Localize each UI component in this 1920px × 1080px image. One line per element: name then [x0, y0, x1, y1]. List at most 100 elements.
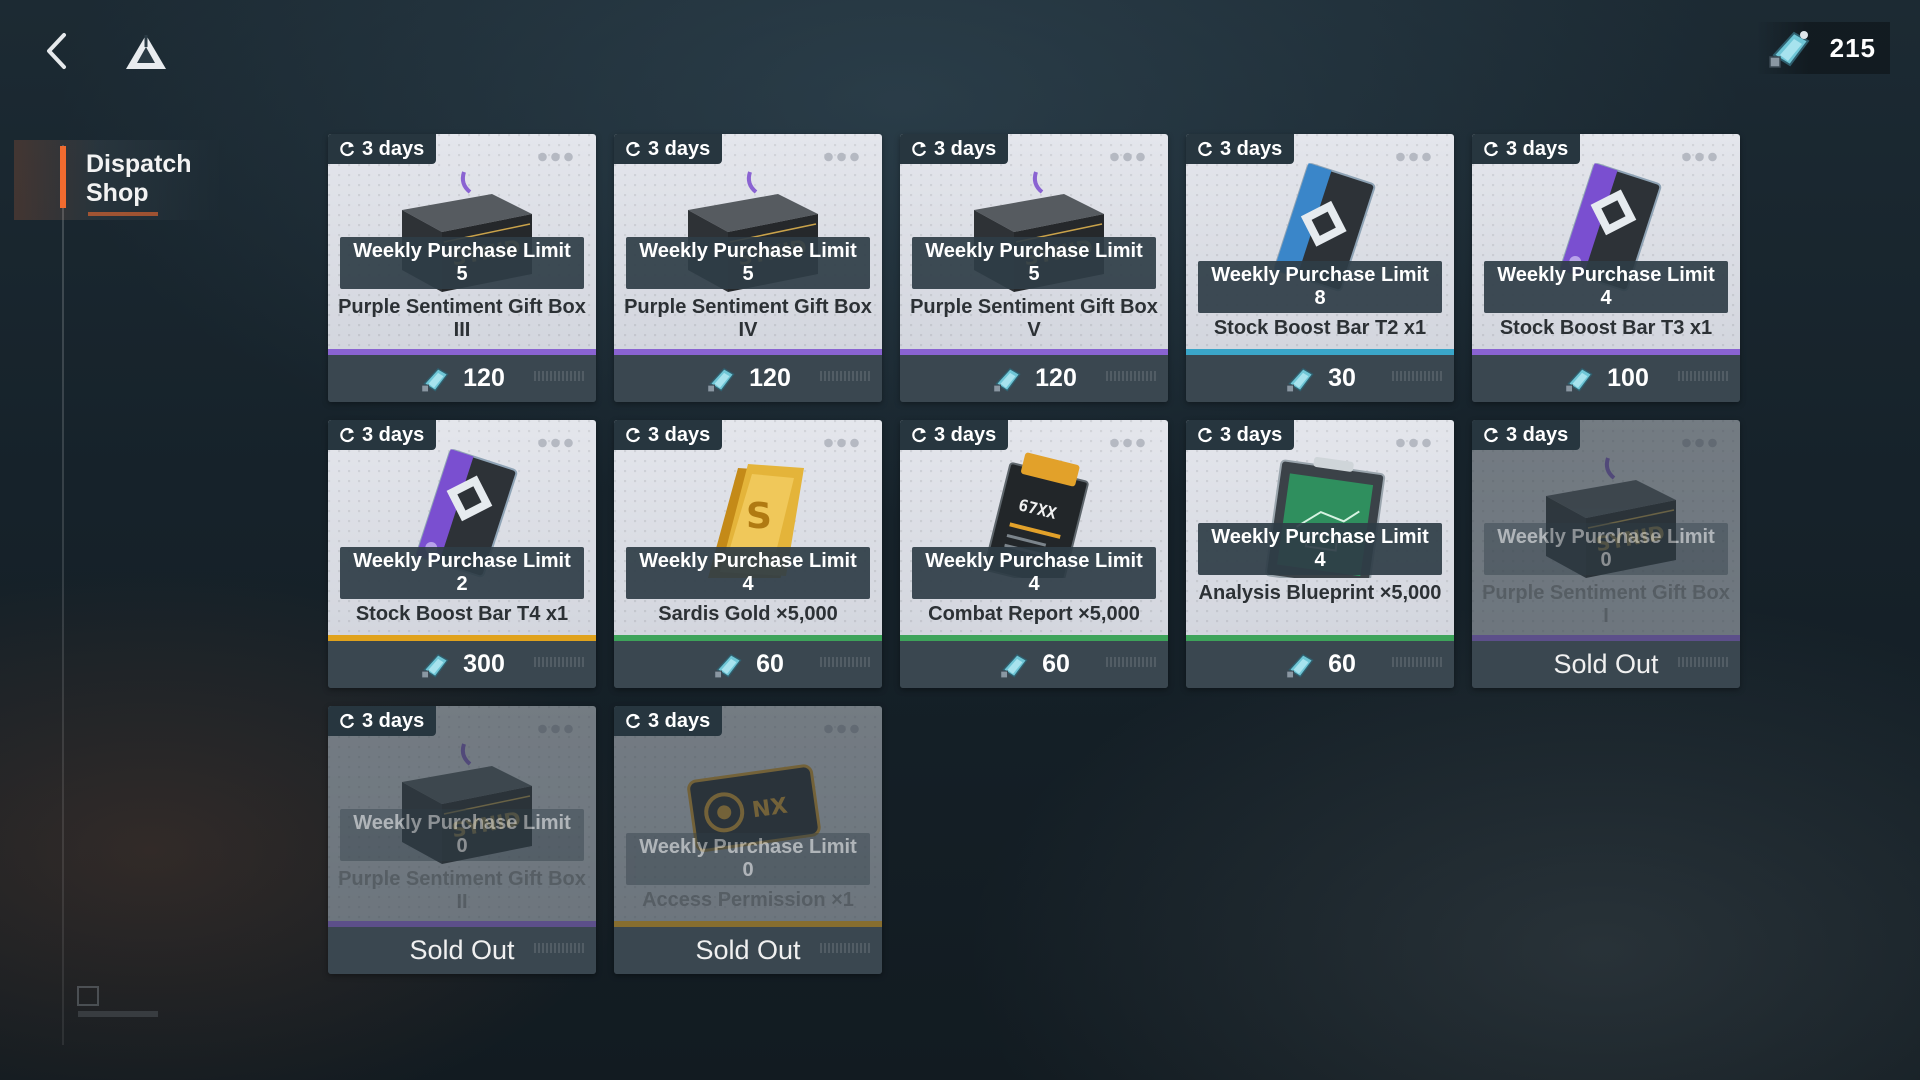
shop-item-card[interactable]: SYNID 3 days Weekly Purchase Limit 0 Pur…: [1472, 420, 1740, 688]
refresh-timer: 3 days: [1186, 134, 1295, 164]
item-name: Stock Boost Bar T4 x1: [355, 603, 569, 625]
timer-text: 3 days: [362, 709, 425, 732]
refresh-timer: 3 days: [900, 134, 1009, 164]
purchase-limit: Weekly Purchase Limit 2: [340, 547, 584, 599]
back-button[interactable]: [36, 26, 76, 76]
refresh-timer: 3 days: [328, 420, 437, 450]
price-value: 60: [756, 650, 784, 678]
purchase-limit: Weekly Purchase Limit 8: [1198, 261, 1442, 313]
shop-item-card[interactable]: 3 days Weekly Purchase Limit 4 Stock Boo…: [1472, 134, 1740, 402]
item-name: Combat Report ×5,000: [928, 603, 1140, 625]
item-name: Purple Sentiment Gift Box IV: [624, 296, 872, 341]
timer-text: 3 days: [362, 423, 425, 446]
dispatch-token-icon: [1286, 367, 1314, 392]
sold-out-bar: Sold Out: [614, 927, 882, 974]
timer-text: 3 days: [648, 423, 711, 446]
timer-text: 3 days: [648, 137, 711, 160]
shop-item-card[interactable]: NX 3 days Weekly Purchase Limit 0 Access…: [614, 706, 882, 974]
purchase-limit: Weekly Purchase Limit 0: [1484, 523, 1728, 575]
sold-out-bar: Sold Out: [1472, 641, 1740, 688]
dispatch-token-icon: [1000, 653, 1028, 678]
purchase-limit: Weekly Purchase Limit 5: [340, 237, 584, 289]
item-name: Access Permission ×1: [642, 889, 854, 911]
svg-text:NX: NX: [751, 794, 790, 824]
purchase-limit: Weekly Purchase Limit 5: [626, 237, 870, 289]
refresh-timer: 3 days: [328, 134, 437, 164]
dispatch-token-icon: [714, 653, 742, 678]
sold-out-bar: Sold Out: [328, 927, 596, 974]
shop-item-card[interactable]: SYNID 3 days Weekly Purchase Limit 5 Pur…: [328, 134, 596, 402]
dispatch-token-icon: [1286, 653, 1314, 678]
sidebar-item-dispatch-shop[interactable]: Dispatch Shop: [14, 140, 224, 220]
nav-underline: [88, 212, 158, 216]
purchase-limit: Weekly Purchase Limit 4: [912, 547, 1156, 599]
refresh-timer: 3 days: [1186, 420, 1295, 450]
sidebar-divider: [62, 145, 64, 1045]
refresh-timer: 3 days: [900, 420, 1009, 450]
shop-item-card[interactable]: 3 days Weekly Purchase Limit 2 Stock Boo…: [328, 420, 596, 688]
sidebar-item-label: Dispatch Shop: [86, 150, 192, 207]
purchase-limit: Weekly Purchase Limit 4: [626, 547, 870, 599]
purchase-limit: Weekly Purchase Limit 4: [1484, 261, 1728, 313]
price-value: 60: [1328, 650, 1356, 678]
price-value: 120: [1035, 364, 1077, 392]
refresh-icon: [340, 713, 355, 729]
refresh-icon: [340, 427, 355, 443]
currency-display: 215: [1755, 22, 1890, 74]
item-name: Purple Sentiment Gift Box II: [338, 868, 586, 913]
purchase-limit: Weekly Purchase Limit 5: [912, 237, 1156, 289]
active-indicator: [60, 146, 66, 208]
refresh-icon: [626, 427, 641, 443]
shop-item-card[interactable]: SYNID 3 days Weekly Purchase Limit 5 Pur…: [900, 134, 1168, 402]
item-name: Purple Sentiment Gift Box I: [1482, 582, 1730, 627]
timer-text: 3 days: [648, 709, 711, 732]
shop-item-card[interactable]: S 3 days Weekly Purchase Limit 4 Sardis …: [614, 420, 882, 688]
dispatch-token-icon: [421, 367, 449, 392]
sold-out-label: Sold Out: [695, 935, 801, 965]
shop-item-card[interactable]: 67XX 3 days Weekly Purchase Limit 4 Comb…: [900, 420, 1168, 688]
chevron-left-icon: [47, 33, 66, 69]
triangle-logo-icon: [126, 35, 166, 69]
timer-text: 3 days: [1506, 423, 1569, 446]
price-bar: 30: [1186, 355, 1454, 402]
purchase-limit: Weekly Purchase Limit 0: [340, 809, 584, 861]
price-value: 300: [463, 650, 505, 678]
item-name: Analysis Blueprint ×5,000: [1198, 582, 1442, 604]
shop-item-card[interactable]: 3 days Weekly Purchase Limit 8 Stock Boo…: [1186, 134, 1454, 402]
price-bar: 120: [614, 355, 882, 402]
top-bar: 215: [0, 0, 1920, 110]
price-bar: 60: [900, 641, 1168, 688]
refresh-timer: 3 days: [614, 706, 723, 736]
price-bar: 60: [614, 641, 882, 688]
refresh-timer: 3 days: [1472, 420, 1581, 450]
price-bar: 100: [1472, 355, 1740, 402]
price-value: 60: [1042, 650, 1070, 678]
refresh-icon: [340, 141, 355, 157]
shop-item-card[interactable]: 3 days Weekly Purchase Limit 4 Analysis …: [1186, 420, 1454, 688]
refresh-icon: [1198, 427, 1213, 443]
refresh-icon: [626, 713, 641, 729]
dispatch-token-icon: [421, 653, 449, 678]
refresh-icon: [1484, 141, 1499, 157]
refresh-timer: 3 days: [328, 706, 437, 736]
timer-text: 3 days: [934, 137, 997, 160]
currency-value: 215: [1829, 32, 1876, 63]
sold-out-label: Sold Out: [409, 935, 515, 965]
shop-item-card[interactable]: SYNID 3 days Weekly Purchase Limit 5 Pur…: [614, 134, 882, 402]
price-value: 30: [1328, 364, 1356, 392]
refresh-icon: [1484, 427, 1499, 443]
dispatch-token-icon: [993, 367, 1021, 392]
timer-text: 3 days: [1506, 137, 1569, 160]
refresh-icon: [912, 427, 927, 443]
dispatch-token-icon: [1565, 367, 1593, 392]
dispatch-token-icon: [1768, 31, 1810, 68]
price-value: 100: [1607, 364, 1649, 392]
price-bar: 120: [900, 355, 1168, 402]
price-value: 120: [463, 364, 505, 392]
item-name: Purple Sentiment Gift Box V: [910, 296, 1158, 341]
refresh-icon: [1198, 141, 1213, 157]
price-value: 120: [749, 364, 791, 392]
shop-item-card[interactable]: SYNID 3 days Weekly Purchase Limit 0 Pur…: [328, 706, 596, 974]
timer-text: 3 days: [1220, 423, 1283, 446]
home-button[interactable]: [118, 28, 174, 76]
